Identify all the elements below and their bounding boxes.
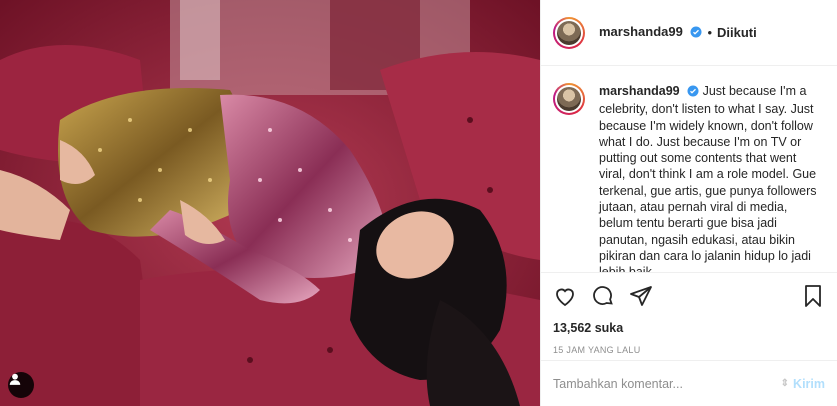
comment-icon[interactable]: [591, 284, 615, 308]
comment-bar: ⇕ Kirim: [541, 360, 837, 406]
photo-illustration: [0, 0, 540, 406]
caption-username[interactable]: marshanda99: [599, 84, 680, 98]
verified-badge-icon: [687, 85, 699, 101]
caption-text: Just because I'm a celebrity, don't list…: [599, 84, 817, 272]
post-timestamp[interactable]: 15 JAM YANG LALU: [553, 345, 825, 355]
avatar[interactable]: [553, 16, 585, 49]
separator-dot: •: [707, 25, 713, 40]
username-link[interactable]: marshanda99: [599, 24, 702, 41]
heart-icon[interactable]: [553, 284, 577, 308]
bookmark-icon[interactable]: [801, 284, 825, 308]
post-side-panel: marshanda99 • Diikuti marshanda99 Just b…: [540, 0, 837, 406]
comment-input[interactable]: [553, 376, 781, 391]
user-tag-icon[interactable]: [8, 372, 34, 398]
caption-avatar[interactable]: [553, 83, 585, 115]
expand-arrows-icon: ⇕: [780, 377, 790, 389]
post-comment-label: Kirim: [793, 376, 825, 391]
post-actions: 13,562 suka 15 JAM YANG LALU: [541, 272, 837, 355]
post-photo[interactable]: [0, 0, 540, 406]
share-icon[interactable]: [629, 284, 653, 308]
action-icons: [553, 283, 825, 309]
follow-status-button[interactable]: Diikuti: [717, 25, 757, 40]
post-comment-button[interactable]: ⇕ Kirim: [781, 377, 825, 391]
like-count[interactable]: 13,562 suka: [553, 321, 825, 335]
caption-area: marshanda99 Just because I'm a celebrity…: [541, 67, 837, 272]
caption: marshanda99 Just because I'm a celebrity…: [599, 83, 823, 272]
username-text: marshanda99: [599, 24, 683, 39]
verified-badge-icon: [690, 26, 702, 41]
post-header: marshanda99 • Diikuti: [541, 0, 837, 66]
